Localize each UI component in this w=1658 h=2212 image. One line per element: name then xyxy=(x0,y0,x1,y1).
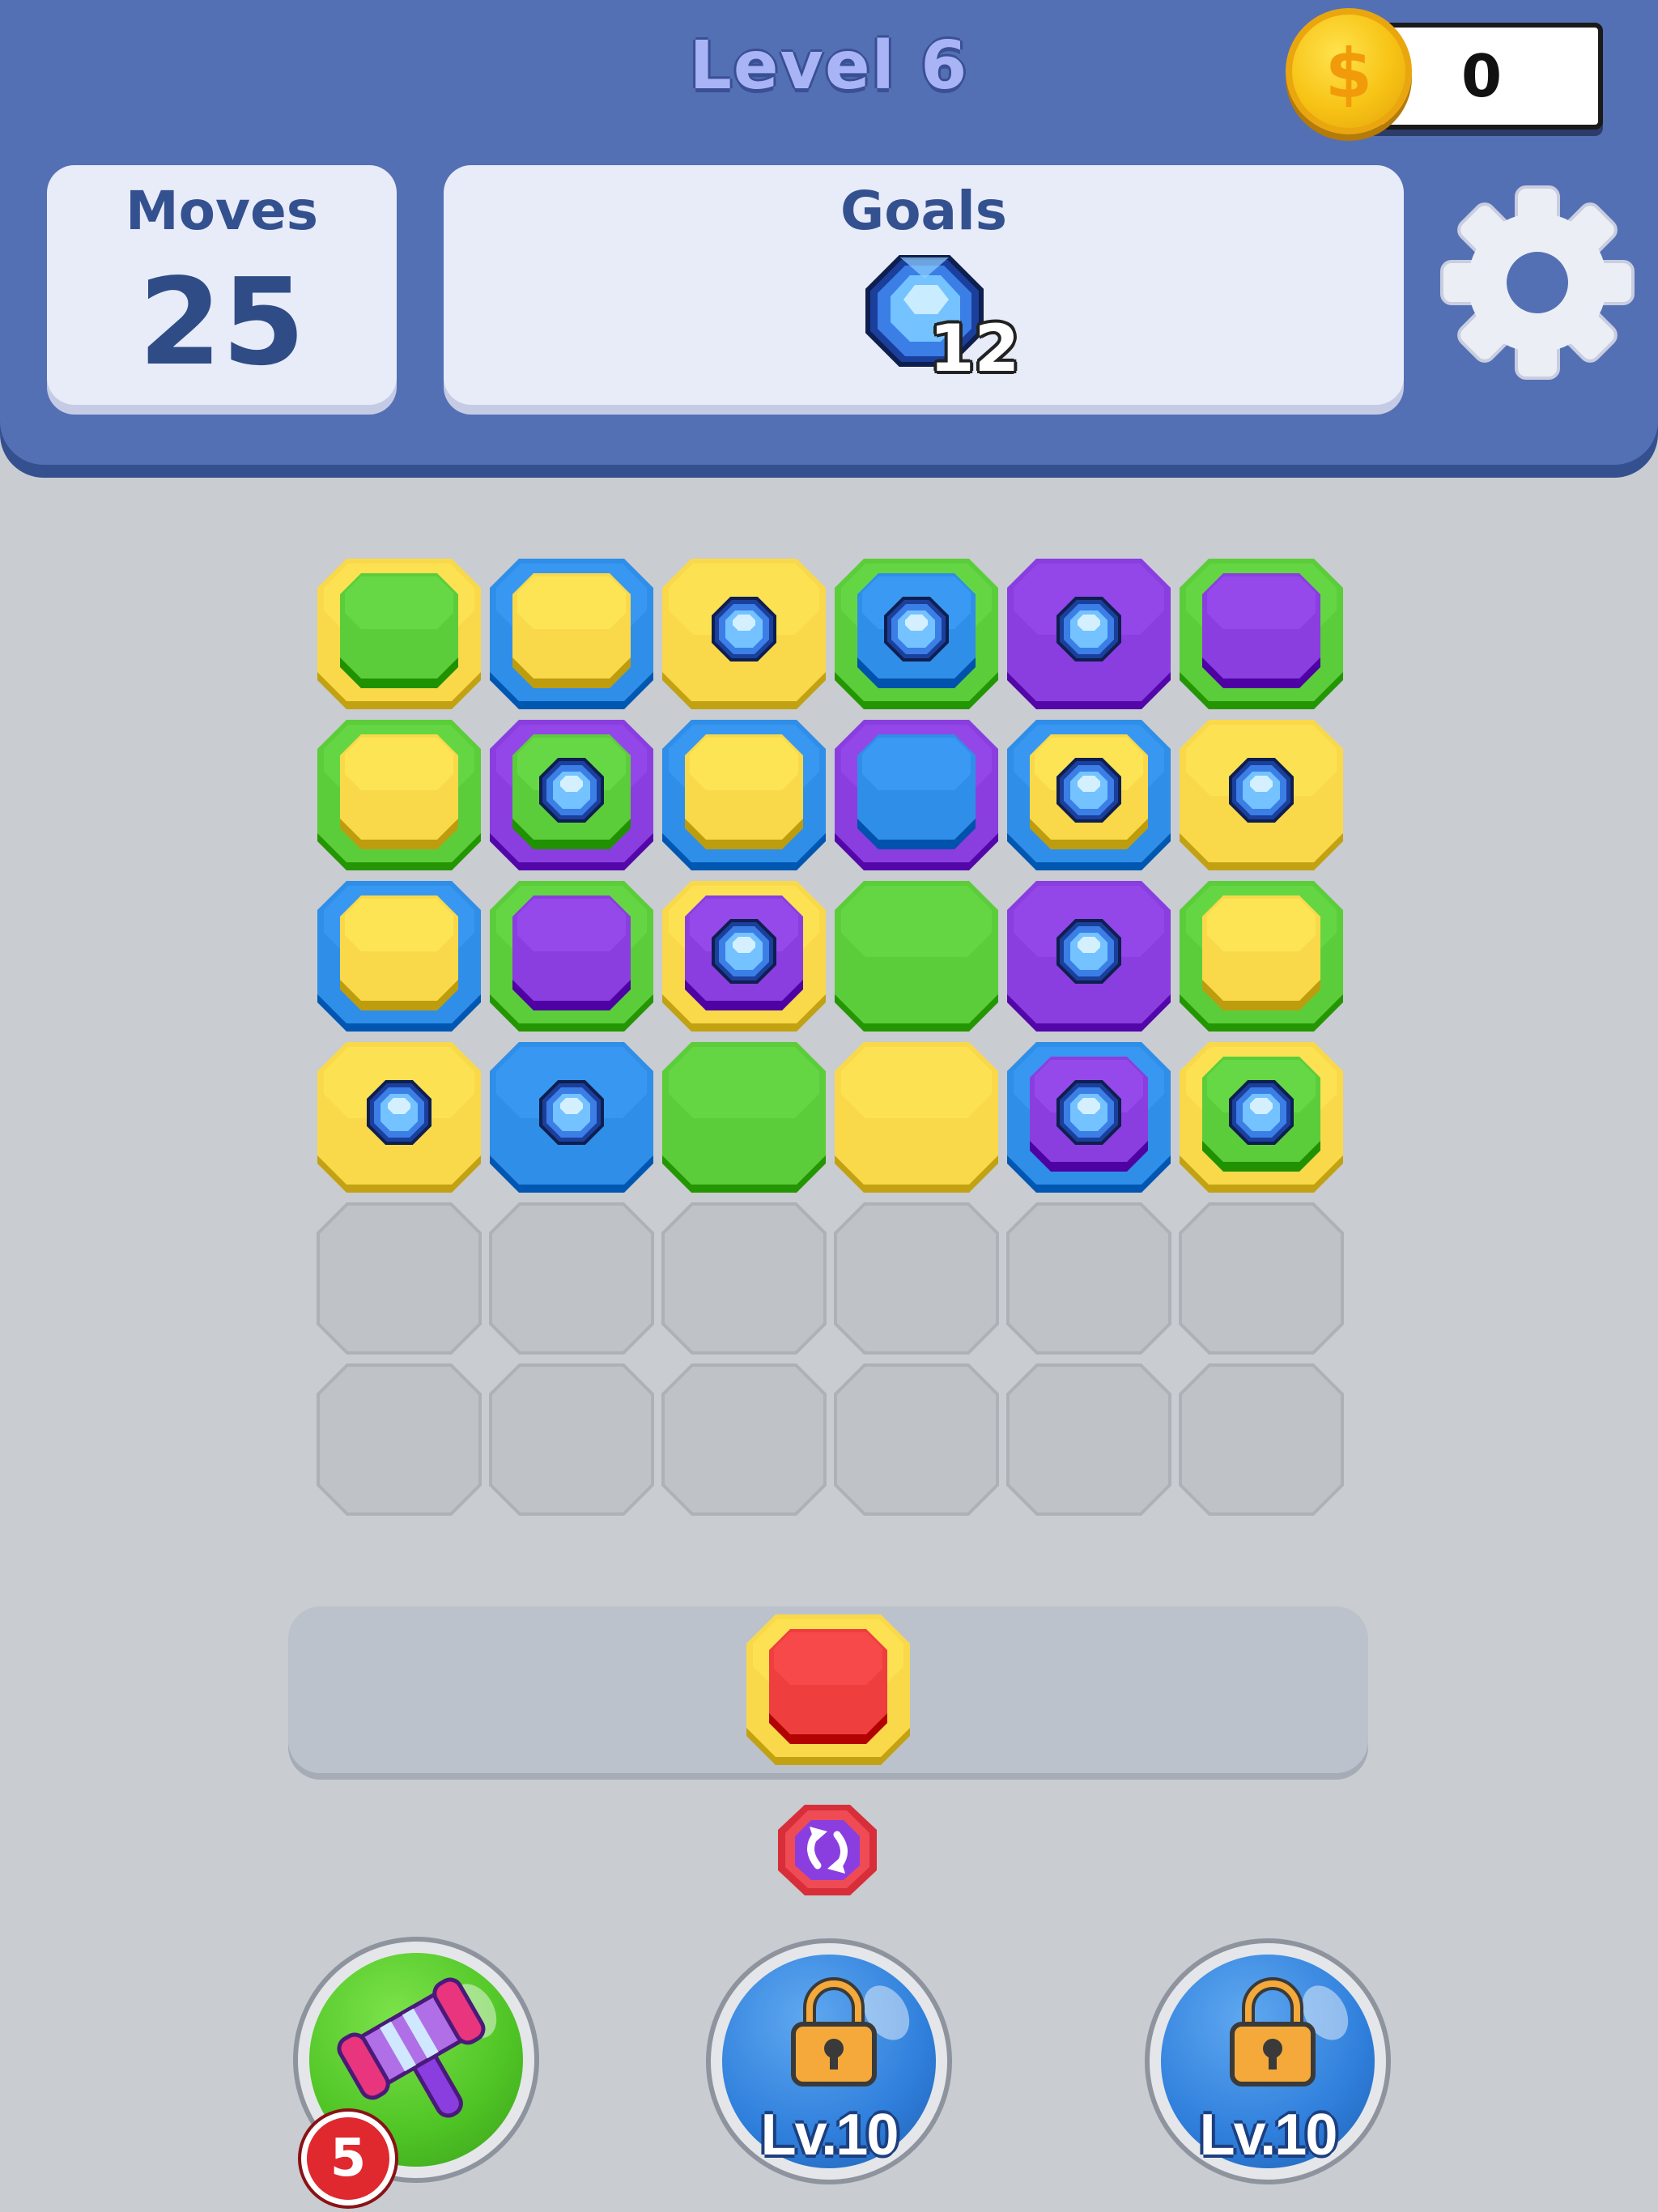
empty-slot[interactable] xyxy=(661,1202,827,1355)
gem-icon xyxy=(1056,1080,1121,1145)
gem-icon xyxy=(712,597,776,661)
color-tile[interactable] xyxy=(833,1040,1000,1194)
empty-slot[interactable] xyxy=(1005,1202,1172,1355)
gem-icon xyxy=(1056,919,1121,984)
gem-tile[interactable] xyxy=(1178,1040,1345,1194)
gear-icon[interactable] xyxy=(1436,181,1639,384)
color-tile[interactable] xyxy=(1178,879,1345,1033)
booster-level-label: Lv.10 xyxy=(1199,2103,1338,2167)
gem-tile[interactable] xyxy=(1005,1040,1172,1194)
goal-count: 12 xyxy=(929,311,1020,386)
goals-label: Goals xyxy=(840,180,1007,242)
locked-booster-2[interactable]: Lv.10 xyxy=(1145,1938,1391,2184)
empty-slot[interactable] xyxy=(1178,1363,1345,1516)
gem-tile[interactable] xyxy=(1178,718,1345,872)
current-piece[interactable] xyxy=(745,1613,912,1767)
color-tile[interactable] xyxy=(488,557,655,711)
gem-icon xyxy=(1056,758,1121,823)
gem-tile[interactable] xyxy=(661,557,827,711)
color-tile[interactable] xyxy=(316,879,483,1033)
color-tile[interactable] xyxy=(661,718,827,872)
gem-icon xyxy=(539,1080,604,1145)
moves-value: 25 xyxy=(138,253,305,392)
empty-slot[interactable] xyxy=(1178,1202,1345,1355)
gem-tile[interactable] xyxy=(833,557,1000,711)
gem-icon xyxy=(1229,758,1294,823)
gem-icon xyxy=(712,919,776,984)
coin-icon: $ xyxy=(1286,8,1412,134)
gem-icon xyxy=(884,597,949,661)
gem-icon xyxy=(539,758,604,823)
gem-tile[interactable] xyxy=(661,879,827,1033)
booster-level-label: Lv.10 xyxy=(760,2103,899,2167)
empty-slot[interactable] xyxy=(316,1363,483,1516)
gem-tile[interactable] xyxy=(1005,718,1172,872)
moves-panel: Moves 25 xyxy=(47,165,397,405)
empty-slot[interactable] xyxy=(316,1202,483,1355)
locked-booster-1[interactable]: Lv.10 xyxy=(706,1938,952,2184)
hammer-count-badge: 5 xyxy=(301,2112,395,2206)
goals-panel: Goals 12 xyxy=(444,165,1404,405)
empty-slot[interactable] xyxy=(833,1363,1000,1516)
empty-slot[interactable] xyxy=(661,1363,827,1516)
hammer-count: 5 xyxy=(329,2129,367,2189)
color-tile[interactable] xyxy=(833,879,1000,1033)
empty-slot[interactable] xyxy=(488,1202,655,1355)
color-tile[interactable] xyxy=(488,879,655,1033)
color-tile[interactable] xyxy=(661,1040,827,1194)
color-tile[interactable] xyxy=(833,718,1000,872)
gem-icon xyxy=(1229,1080,1294,1145)
gem-tile[interactable] xyxy=(1005,879,1172,1033)
empty-slot[interactable] xyxy=(833,1202,1000,1355)
lock-icon xyxy=(1230,1977,1316,2087)
gem-tile[interactable] xyxy=(488,718,655,872)
coin-symbol: $ xyxy=(1324,34,1373,113)
gem-tile[interactable] xyxy=(488,1040,655,1194)
empty-slot[interactable] xyxy=(1005,1363,1172,1516)
gem-tile[interactable] xyxy=(1005,557,1172,711)
empty-slot[interactable] xyxy=(488,1363,655,1516)
moves-label: Moves xyxy=(125,180,319,242)
color-tile[interactable] xyxy=(316,557,483,711)
game-board xyxy=(316,557,1344,1517)
color-tile[interactable] xyxy=(1178,557,1345,711)
lock-icon xyxy=(791,1977,877,2087)
gem-icon xyxy=(1056,597,1121,661)
swap-arrows-icon[interactable] xyxy=(776,1802,879,1898)
top-bar: Level 6 0 $ Moves 25 Goals 12 xyxy=(0,0,1658,465)
color-tile[interactable] xyxy=(316,718,483,872)
gem-tile[interactable] xyxy=(316,1040,483,1194)
gem-icon xyxy=(367,1080,432,1145)
